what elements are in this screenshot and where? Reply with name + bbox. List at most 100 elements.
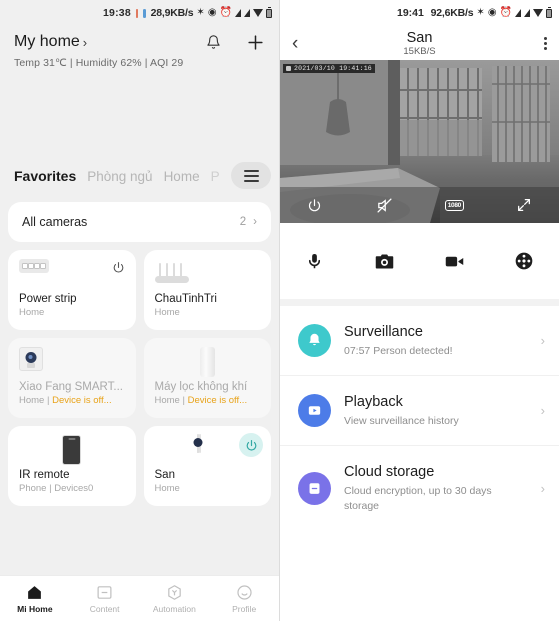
feature-row-playback[interactable]: Playback View surveillance history › — [280, 376, 559, 445]
camera-app-bar: ‹ San 15KB/S — [280, 26, 559, 60]
chevron-right-icon: › — [253, 216, 257, 228]
room-list-menu-button[interactable] — [231, 162, 271, 189]
feature-row-cloud-storage[interactable]: Cloud storage Cloud encryption, up to 30… — [280, 446, 559, 529]
back-chevron-icon[interactable]: ‹ — [292, 34, 298, 53]
bell-icon[interactable] — [203, 32, 223, 52]
app-bar-title-block: San 15KB/S — [280, 30, 559, 57]
chevron-right-icon: › — [540, 333, 545, 349]
device-name: Power strip — [19, 293, 77, 305]
battery-icon — [546, 6, 552, 18]
signal-icon — [515, 9, 521, 17]
camera-badge-icon — [286, 66, 291, 71]
signal-icon — [524, 9, 530, 17]
nav-item-automation[interactable]: Automation — [140, 584, 210, 614]
signal-icon — [244, 9, 250, 17]
dpad-icon[interactable] — [509, 246, 539, 276]
status-time: 19:38 — [103, 7, 131, 19]
overflow-menu-icon[interactable] — [544, 35, 547, 52]
resolution-badge[interactable]: 1080 — [442, 193, 466, 217]
signal-icon — [235, 9, 241, 17]
router-icon — [154, 259, 189, 283]
microphone-icon[interactable] — [300, 246, 330, 276]
feature-description: Cloud encryption, up to 30 days storage — [344, 485, 492, 512]
power-icon[interactable] — [303, 193, 327, 217]
device-icon-row — [19, 347, 125, 381]
nav-label: Content — [89, 603, 120, 614]
power-toggle-button[interactable] — [110, 259, 127, 276]
device-offline-warning: Device is off... — [187, 395, 248, 406]
camera-icon — [197, 434, 217, 465]
status-time: 19:41 — [397, 7, 424, 19]
bottom-navigation: Mi Home Content Automation Profile — [0, 575, 279, 621]
camera-title: San — [406, 29, 433, 46]
power-toggle-button[interactable] — [239, 433, 263, 457]
battery-icon — [266, 6, 272, 18]
right-screen-camera-detail: 19:41 92,6KB/s ✶ ◉ ⏰ ‹ San 15KB/S 2021/0… — [280, 0, 559, 621]
network-speed: 92,6KB/s — [430, 7, 474, 19]
tab-home[interactable]: Home — [164, 169, 200, 184]
hamburger-line — [243, 169, 259, 172]
right-status-bar: 19:41 92,6KB/s ✶ ◉ ⏰ — [280, 0, 559, 26]
feature-text: Surveillance 07:57 Person detected! — [344, 323, 528, 358]
profile-icon — [237, 584, 252, 600]
chevron-right-icon[interactable]: › — [83, 35, 87, 50]
vibrate-icon: ◉ — [207, 7, 217, 18]
header-actions — [203, 32, 265, 52]
tab-favorites[interactable]: Favorites — [14, 168, 76, 184]
device-card-ir-remote[interactable]: IR remote Phone | Devices0 — [8, 426, 136, 506]
wifi-icon — [253, 9, 263, 17]
device-card-chautinhtri[interactable]: ChauTinhTri Home — [143, 250, 271, 330]
left-screen-mi-home: 19:38 28,9KB/s ✶ ◉ ⏰ My home › Temp 31℃ … — [0, 0, 280, 621]
camera-bitrate: 15KB/S — [403, 45, 436, 57]
tab-partial[interactable]: P — [211, 169, 220, 184]
alarm-icon: ⏰ — [499, 7, 512, 18]
cloud-storage-icon-circle — [298, 471, 331, 505]
device-icon-row — [19, 435, 125, 469]
page-title[interactable]: My home — [14, 33, 80, 51]
device-icon-row — [154, 259, 261, 293]
device-card-air-purifier[interactable]: Máy lọc không khí Home | Device is off..… — [143, 338, 271, 418]
camera-square-icon — [19, 347, 43, 371]
video-timestamp-overlay: 2021/03/10 19:41:16 — [283, 64, 375, 73]
power-strip-icon — [19, 259, 49, 273]
all-cameras-row[interactable]: All cameras 2 › — [8, 202, 271, 242]
device-status: Home — [19, 307, 45, 318]
device-card-power-strip[interactable]: Power strip Home — [8, 250, 136, 330]
notification-square-blue — [143, 8, 146, 18]
fullscreen-icon[interactable] — [512, 193, 536, 217]
cloud-doc-icon — [309, 482, 320, 494]
feature-text: Playback View surveillance history — [344, 393, 528, 428]
chevron-right-icon: › — [540, 480, 545, 496]
nav-item-mi-home[interactable]: Mi Home — [0, 584, 70, 614]
snapshot-camera-icon[interactable] — [370, 246, 400, 276]
mute-icon[interactable] — [373, 193, 397, 217]
device-name: ChauTinhTri — [154, 293, 217, 305]
device-card-san[interactable]: San Home — [143, 426, 271, 506]
device-card-xiao-fang[interactable]: Xiao Fang SMART... Home | Device is off.… — [8, 338, 136, 418]
network-speed: 28,9KB/s — [150, 7, 194, 19]
all-cameras-label: All cameras — [22, 215, 88, 229]
camera-action-row — [280, 223, 559, 299]
resolution-label: 1080 — [444, 199, 464, 211]
feature-title: Playback — [344, 394, 403, 411]
automation-icon — [168, 584, 181, 600]
nav-item-profile[interactable]: Profile — [209, 584, 279, 614]
hamburger-line — [243, 179, 259, 182]
nav-label: Mi Home — [17, 603, 53, 614]
device-grid: Power strip Home ChauTinhTri Home Xiao F… — [0, 242, 279, 514]
notification-square-orange — [135, 8, 139, 18]
status-icons: 92,6KB/s ✶ ◉ ⏰ — [430, 6, 552, 19]
nav-label: Profile — [232, 603, 257, 614]
feature-description: 07:57 Person detected! — [344, 345, 453, 357]
vibrate-icon: ◉ — [487, 7, 497, 18]
tab-phong-ngu[interactable]: Phòng ngủ — [87, 169, 152, 184]
phone-icon — [62, 435, 82, 465]
chevron-right-icon: › — [540, 403, 545, 419]
nav-item-content[interactable]: Content — [70, 584, 140, 614]
device-icon-row — [155, 347, 261, 381]
camera-live-view[interactable]: 2021/03/10 19:41:16 1080 — [280, 60, 559, 223]
plus-icon[interactable] — [245, 32, 265, 52]
feature-row-surveillance[interactable]: Surveillance 07:57 Person detected! › — [280, 306, 559, 375]
bluetooth-icon: ✶ — [196, 7, 205, 18]
record-video-icon[interactable] — [439, 246, 469, 276]
